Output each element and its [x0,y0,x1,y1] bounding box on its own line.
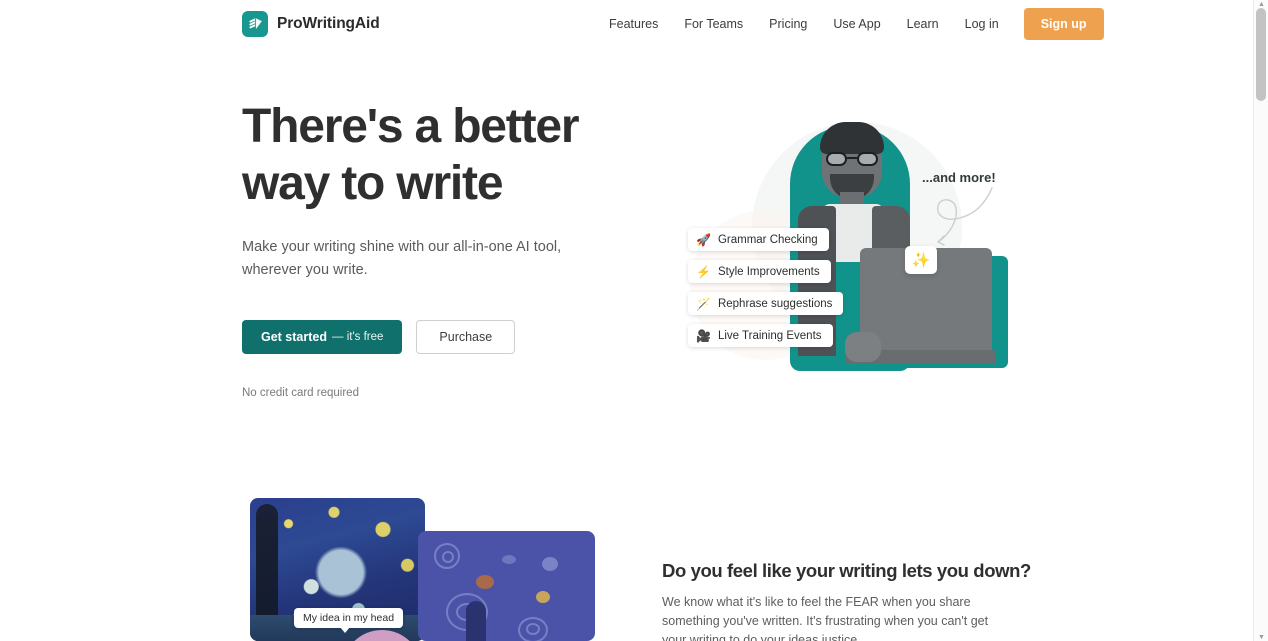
glasses-bridge [847,157,857,159]
get-started-sublabel: — it's free [332,331,384,343]
nav-link-use-app[interactable]: Use App [820,0,893,48]
feature-chip-label: Grammar Checking [717,233,818,246]
landing-page: ProWritingAid Features For Teams Pricing… [0,0,1268,641]
feature-chip-style-improvements[interactable]: ⚡ Style Improvements [688,260,831,283]
hero-title: There's a better way to write [242,98,622,212]
nav-link-for-teams[interactable]: For Teams [671,0,756,48]
purchase-button[interactable]: Purchase [416,320,516,354]
rocket-icon: 🚀 [696,232,711,247]
and-more-label: ...and more! [922,170,996,185]
person-hand [845,332,881,362]
magic-wand-icon: 🪄 [696,296,711,311]
glasses-lens-left [826,152,847,166]
no-credit-card-note: No credit card required [242,387,359,399]
feature-chip-grammar-checking[interactable]: 🚀 Grammar Checking [688,228,829,251]
flat-star-3 [536,591,550,603]
nav-link-features[interactable]: Features [596,0,671,48]
hero-cta-group: Get started — it's free Purchase [242,320,622,354]
brand-name: ProWritingAid [277,15,380,32]
feature-chip-label: Rephrase suggestions [717,297,833,310]
page-scrollbar[interactable]: ▲ ▼ [1253,0,1268,641]
sign-up-button[interactable]: Sign up [1023,8,1104,40]
get-started-button[interactable]: Get started — it's free [242,320,403,354]
feature-chip-rephrase-suggestions[interactable]: 🪄 Rephrase suggestions [688,292,844,315]
idea-comparison-illustration: My idea in my head [250,498,595,641]
lightning-bolt-icon: ⚡ [696,264,711,279]
person-glasses-icon [826,152,878,166]
person-hair [820,122,884,154]
hero-title-line-2: way to write [242,157,504,210]
glasses-lens-right [857,152,878,166]
movie-camera-icon: 🎥 [696,328,711,343]
idea-in-my-head-caption[interactable]: My idea in my head [294,608,404,633]
flat-star-1 [502,555,516,564]
hero-illustration: ✨ ...and more! 🚀 Grammar Checking ⚡ Styl… [660,100,1030,400]
get-started-label: Get started [261,330,327,344]
flat-star-4 [476,575,494,589]
flat-swirl-3-inner [526,623,540,635]
nav-link-pricing[interactable]: Pricing [756,0,820,48]
feature-chip-label: Live Training Events [717,329,822,342]
hero-subtitle: Make your writing shine with our all-in-… [242,239,562,278]
scrollbar-thumb[interactable] [1256,8,1266,101]
nav-link-learn[interactable]: Learn [894,0,952,48]
prowritingaid-book-logo-icon [242,11,268,37]
site-header: ProWritingAid Features For Teams Pricing… [0,0,1253,48]
sparkles-icon[interactable]: ✨ [905,246,937,274]
flat-swirl-1-inner [442,551,454,563]
lower-section-title: Do you feel like your writing lets you d… [662,560,1031,581]
flat-star-2 [542,557,558,571]
scroll-down-arrow-icon[interactable]: ▼ [1254,633,1268,641]
scroll-up-arrow-icon[interactable]: ▲ [1254,0,1268,8]
nav-link-log-in[interactable]: Log in [952,0,1012,48]
brand-logo-link[interactable]: ProWritingAid [242,11,380,37]
lower-section-body: We know what it's like to feel the FEAR … [662,595,989,641]
primary-navigation: Features For Teams Pricing Use App Learn… [596,0,1104,48]
lets-you-down-section: Do you feel like your writing lets you d… [662,560,1031,641]
hero-title-line-1: There's a better [242,100,580,153]
flat-simplified-painting[interactable] [418,531,595,641]
hero-section: There's a better way to write Make your … [242,98,622,399]
feature-chip-label: Style Improvements [717,265,820,278]
flat-cypress-tree [466,601,486,641]
feature-chip-list: 🚀 Grammar Checking ⚡ Style Improvements … [688,228,844,347]
feature-chip-live-training-events[interactable]: 🎥 Live Training Events [688,324,833,347]
